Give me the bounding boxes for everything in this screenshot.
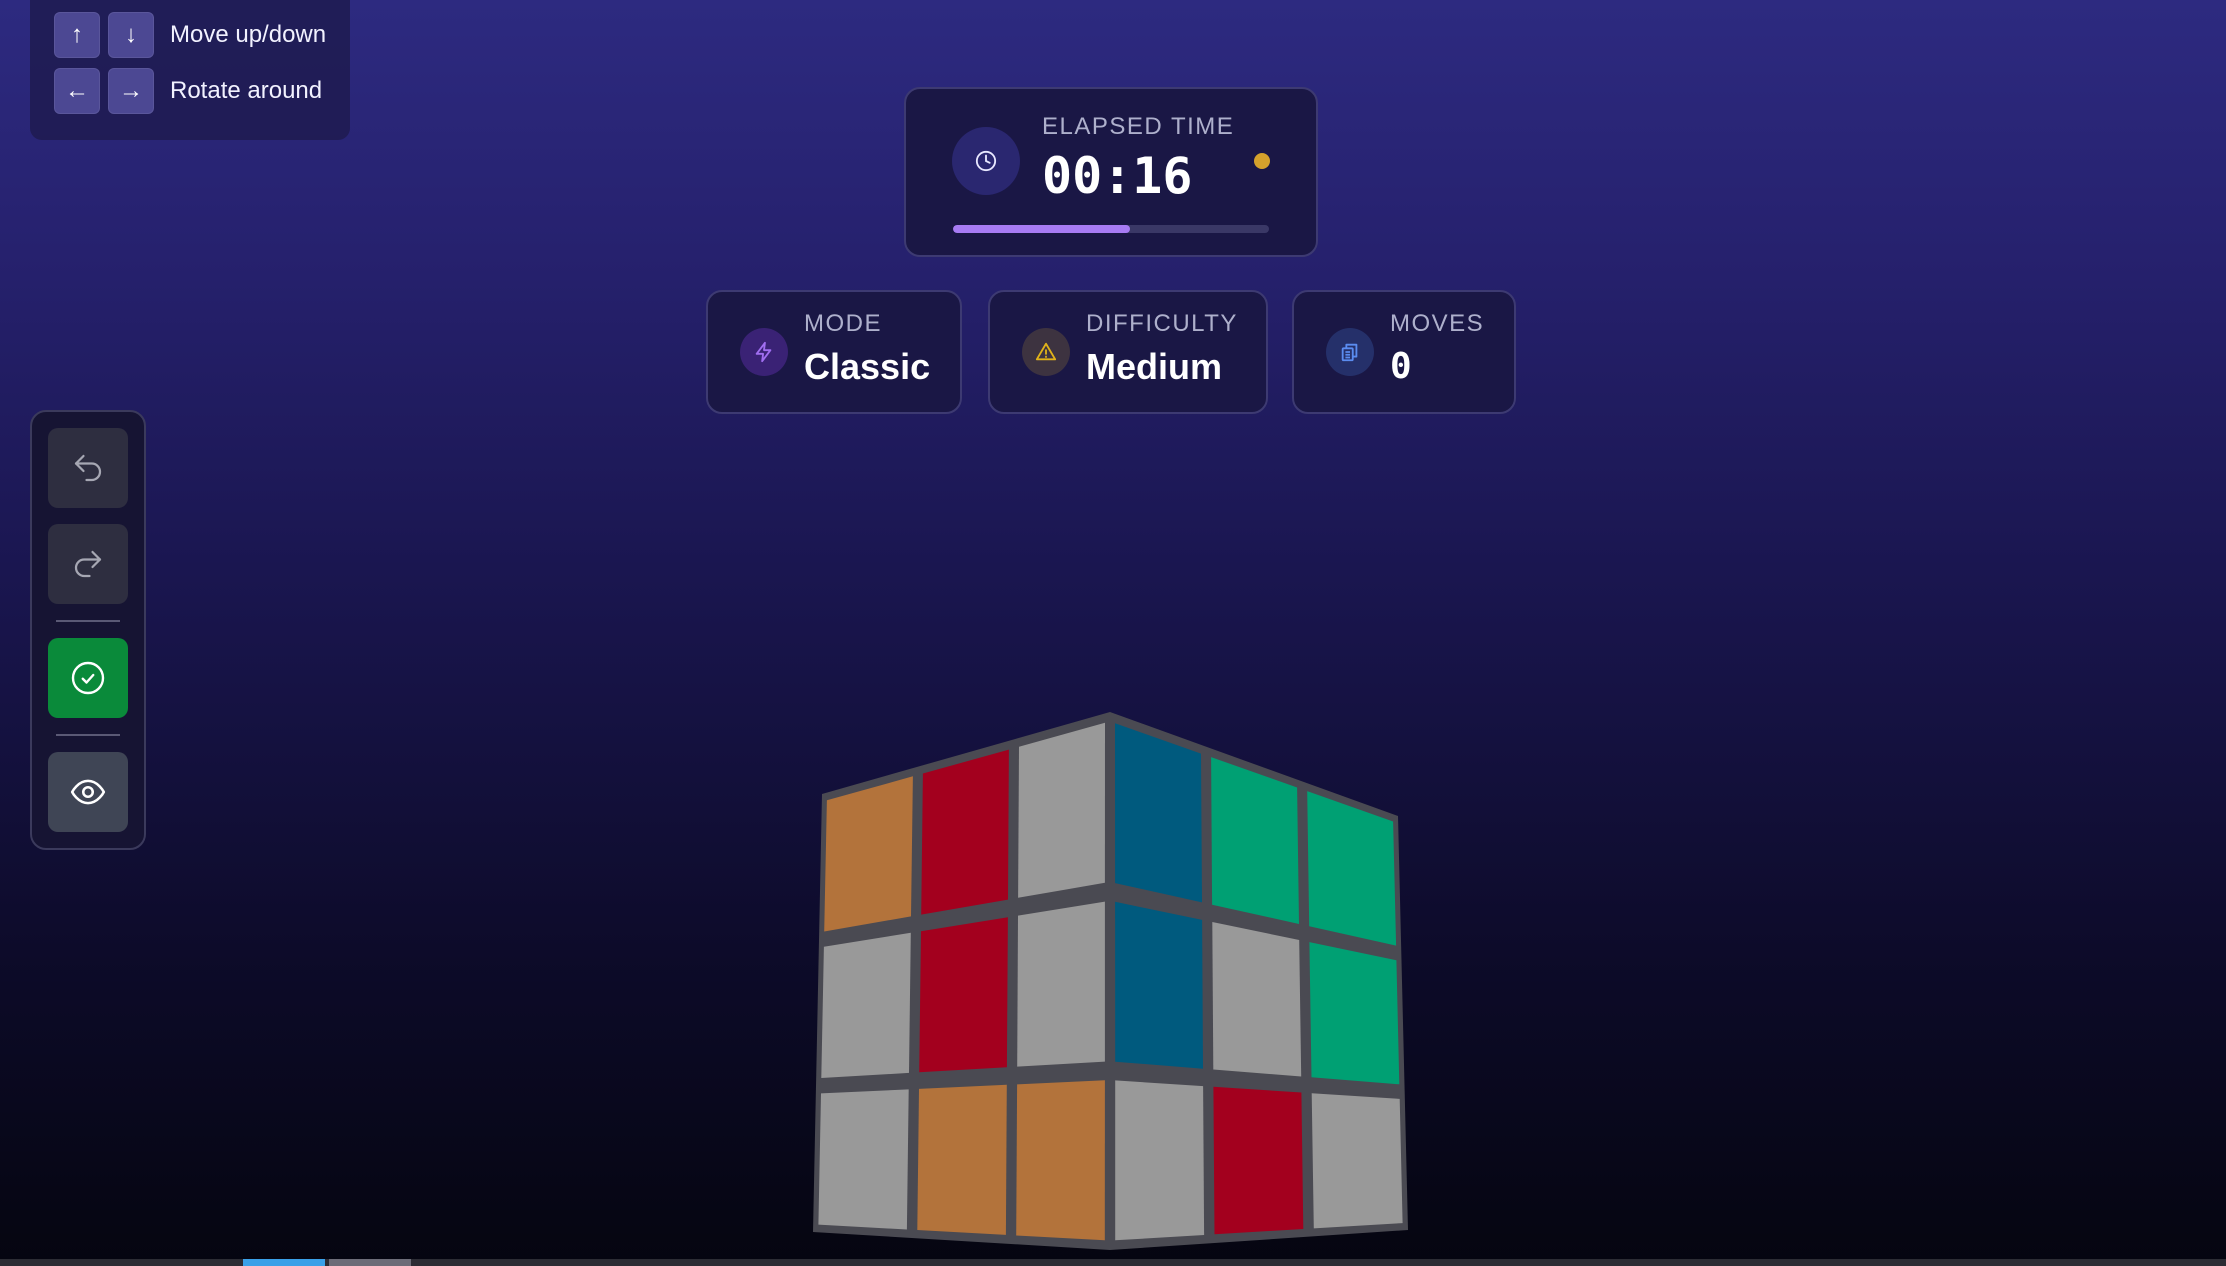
cube-sticker-left-1-1[interactable] <box>919 917 1008 1073</box>
cube-sticker-right-1-1[interactable] <box>1212 922 1302 1077</box>
rubiks-cube[interactable] <box>0 0 2226 1266</box>
cube-sticker-left-0-1[interactable] <box>921 749 1009 915</box>
cube-sticker-left-0-0[interactable] <box>824 776 913 932</box>
cube-sticker-left-1-2[interactable] <box>1017 901 1105 1067</box>
cube-sticker-right-0-0[interactable] <box>1115 723 1202 903</box>
cube-sticker-left-2-2[interactable] <box>1016 1080 1105 1241</box>
bottom-status-bar <box>0 1259 2226 1266</box>
cube-sticker-right-2-1[interactable] <box>1213 1086 1304 1235</box>
cube-sticker-right-2-0[interactable] <box>1115 1080 1205 1241</box>
cube-sticker-right-1-0[interactable] <box>1115 901 1203 1069</box>
cube-sticker-right-1-2[interactable] <box>1309 942 1400 1085</box>
bottom-bar-segment <box>329 1259 411 1266</box>
cube-sticker-right-2-2[interactable] <box>1311 1093 1403 1229</box>
cube-sticker-left-0-2[interactable] <box>1018 722 1105 898</box>
bottom-bar-segment-active <box>243 1259 325 1266</box>
cube-sticker-left-2-0[interactable] <box>818 1089 909 1230</box>
cube-sticker-left-2-1[interactable] <box>917 1084 1007 1235</box>
cube-sticker-left-1-0[interactable] <box>821 932 911 1078</box>
